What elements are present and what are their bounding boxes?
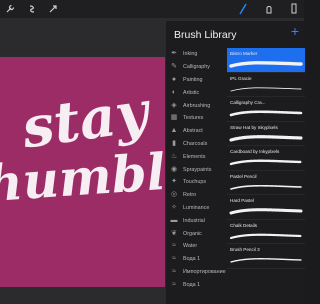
category-label: Charcoals bbox=[183, 140, 208, 147]
category-label: Вода 1 bbox=[183, 281, 201, 288]
wave-icon: ≈ bbox=[172, 242, 176, 250]
ink-drop-icon: ✒ bbox=[171, 50, 177, 58]
category-label: Вода 1 bbox=[183, 256, 201, 263]
brush-item[interactable]: Chalk Details bbox=[227, 220, 305, 244]
category-item[interactable]: ❦ Organic bbox=[166, 227, 228, 240]
spray-icon: ◉ bbox=[170, 165, 178, 173]
airbrush-icon: ◈ bbox=[171, 101, 177, 109]
category-label: Textures bbox=[183, 115, 204, 122]
brush-stroke-preview bbox=[229, 61, 303, 68]
brush-name: Pastel Pencil bbox=[230, 173, 257, 179]
smudge-tool-icon[interactable] bbox=[262, 0, 276, 18]
brush-name: Chalk Details bbox=[230, 222, 258, 228]
category-item[interactable]: ✎ Calligraphy bbox=[166, 61, 228, 74]
palette-icon: ◐ bbox=[171, 88, 177, 96]
category-label: Retro bbox=[183, 192, 197, 199]
brush-item[interactable]: Pastel Pencil bbox=[227, 171, 305, 195]
flame-icon: ♨ bbox=[170, 152, 178, 160]
brush-stroke-preview bbox=[229, 208, 303, 215]
category-item[interactable]: ◎ Retro bbox=[166, 189, 228, 202]
add-brush-button[interactable]: + bbox=[288, 24, 302, 38]
category-label: Airbrushing bbox=[183, 102, 211, 109]
brush-item[interactable]: Straw Hat by Inkyplxels bbox=[227, 122, 305, 146]
brush-stroke-preview bbox=[229, 134, 303, 142]
brush-name: IPL Gracie bbox=[230, 75, 252, 81]
brush-item[interactable]: IPL Gracie bbox=[227, 73, 305, 97]
wave-icon: ≈ bbox=[172, 267, 176, 275]
category-label: Spraypaints bbox=[183, 166, 212, 173]
category-item[interactable]: ▲ Abstract bbox=[166, 125, 228, 138]
brush-name: Bistro Marker bbox=[230, 51, 258, 56]
brush-name: Cardboard by Inkyplxels bbox=[230, 149, 280, 154]
category-label: Industrial bbox=[183, 217, 205, 224]
charcoal-icon: ▮ bbox=[172, 139, 176, 147]
adjustments-icon[interactable] bbox=[25, 0, 39, 18]
category-label: Calligraphy bbox=[183, 64, 210, 71]
eraser-tool-icon[interactable] bbox=[287, 0, 301, 18]
category-label: Organic bbox=[183, 230, 202, 237]
category-item[interactable]: ♨ Elements bbox=[166, 150, 228, 163]
brush-stroke-preview bbox=[230, 258, 302, 263]
category-item[interactable]: ≈ Импортирование bbox=[166, 266, 228, 279]
brush-item[interactable]: Hard Pastel bbox=[227, 195, 305, 220]
brush-item[interactable]: Cardboard by Inkyplxels bbox=[227, 146, 305, 171]
leaf-icon: ❦ bbox=[171, 229, 177, 237]
wave-icon: ≈ bbox=[172, 280, 176, 288]
category-item[interactable]: ● Painting bbox=[166, 74, 228, 87]
grid-icon: ▦ bbox=[170, 114, 178, 122]
brush-library-panel: Brush Library + ✒ Inking ✎ Calligraphy ● Pain… bbox=[165, 21, 305, 304]
category-label: Painting bbox=[183, 76, 203, 83]
category-label: Artistic bbox=[183, 89, 200, 96]
artwork: stay humble bbox=[0, 57, 166, 287]
brush-list: Bistro Marker IPL Gracie Calligraphy Cra..… bbox=[227, 48, 305, 269]
brush-stroke-preview bbox=[229, 233, 303, 239]
brush-item[interactable]: Bistro Marker bbox=[227, 48, 305, 73]
top-toolbar bbox=[0, 0, 304, 18]
category-label: Elements bbox=[183, 153, 206, 160]
wave-icon: ≈ bbox=[172, 255, 176, 263]
category-label: Touchups bbox=[183, 179, 207, 186]
brush-stroke-preview bbox=[229, 110, 303, 117]
brush-item[interactable]: Brush Pencil 3 bbox=[227, 244, 305, 269]
brush-stroke-preview bbox=[230, 184, 302, 190]
brush-stroke-preview bbox=[229, 159, 303, 166]
wrench-icon[interactable] bbox=[3, 0, 17, 18]
category-label: Luminance bbox=[183, 204, 210, 211]
category-label: Inking bbox=[183, 51, 198, 58]
brush-name: Hard Pastel bbox=[230, 198, 255, 203]
category-item[interactable]: ✦ Touchups bbox=[166, 176, 228, 189]
category-item[interactable]: ◉ Spraypaints bbox=[166, 163, 228, 176]
category-item[interactable]: ▦ Textures bbox=[166, 112, 228, 125]
brush-tool-icon[interactable] bbox=[236, 0, 250, 18]
category-item[interactable]: ◈ Airbrushing bbox=[166, 99, 228, 112]
category-item[interactable]: ✒ Inking bbox=[166, 48, 228, 61]
category-item[interactable]: ▮ Charcoals bbox=[166, 138, 228, 151]
category-item[interactable]: ≈ Вода 1 bbox=[166, 278, 228, 291]
triangle-icon: ▲ bbox=[170, 127, 178, 135]
category-label: Импортирование bbox=[183, 268, 226, 275]
category-item[interactable]: ≈ Water bbox=[166, 240, 228, 253]
category-list: ✒ Inking ✎ Calligraphy ● Painting ◐ Artistic ◈ Ai… bbox=[166, 48, 228, 291]
touchup-icon: ✦ bbox=[171, 178, 177, 186]
retro-icon: ◎ bbox=[170, 191, 178, 199]
panel-title: Brush Library bbox=[174, 29, 237, 41]
brush-name: Straw Hat by Inkyplxels bbox=[230, 124, 278, 130]
brush-stroke-preview bbox=[230, 86, 302, 91]
brush-item[interactable]: Calligraphy Cra... bbox=[227, 97, 305, 122]
sparkle-icon: ✧ bbox=[171, 203, 177, 211]
pen-icon: ✎ bbox=[171, 63, 177, 71]
category-item[interactable]: ◐ Artistic bbox=[166, 86, 228, 99]
category-label: Abstract bbox=[183, 128, 203, 135]
arrow-icon[interactable] bbox=[46, 0, 60, 18]
brush-name: Calligraphy Cra... bbox=[230, 100, 266, 105]
drop-icon: ● bbox=[171, 75, 177, 83]
category-item[interactable]: ✧ Luminance bbox=[166, 202, 228, 215]
category-item[interactable]: ▬ Industrial bbox=[166, 214, 228, 227]
anvil-icon: ▬ bbox=[170, 216, 178, 224]
lettering-line2: humble bbox=[0, 139, 166, 214]
category-label: Water bbox=[183, 243, 198, 250]
brush-name: Brush Pencil 3 bbox=[230, 247, 260, 252]
category-item[interactable]: ≈ Вода 1 bbox=[166, 253, 228, 266]
